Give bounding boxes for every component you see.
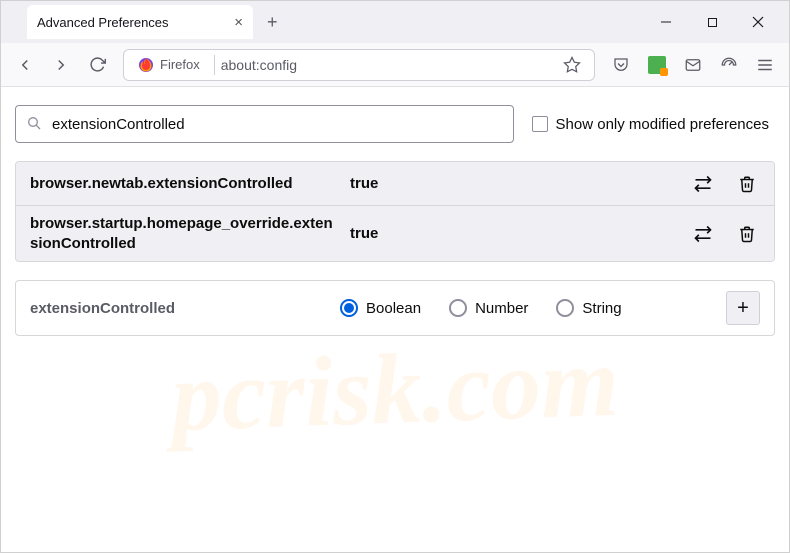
toggle-button[interactable] (690, 221, 716, 247)
search-row: Show only modified preferences (15, 105, 775, 143)
pref-row[interactable]: browser.startup.homepage_override.extens… (16, 206, 774, 261)
pref-name: browser.newtab.extensionControlled (30, 174, 340, 194)
browser-window: Advanced Preferences × + (0, 0, 790, 553)
tab-title: Advanced Preferences (37, 15, 169, 30)
pref-value: true (340, 175, 690, 192)
reload-button[interactable] (81, 49, 113, 81)
radio-icon (556, 299, 574, 317)
new-tab-button[interactable]: + (267, 12, 278, 33)
maximize-button[interactable] (689, 1, 735, 43)
extension-icon (648, 56, 666, 74)
browser-tab[interactable]: Advanced Preferences × (27, 5, 253, 39)
radio-icon (340, 299, 358, 317)
radio-boolean[interactable]: Boolean (340, 299, 421, 317)
pref-search-box[interactable] (15, 105, 514, 143)
titlebar: Advanced Preferences × + (1, 1, 789, 43)
close-tab-icon[interactable]: × (234, 14, 243, 31)
pref-row[interactable]: browser.newtab.extensionControlled true (16, 162, 774, 206)
mail-button[interactable] (677, 49, 709, 81)
minimize-button[interactable] (643, 1, 689, 43)
urlbar-separator (214, 55, 215, 75)
modified-only-checkbox[interactable]: Show only modified preferences (532, 116, 775, 133)
url-bar[interactable]: Firefox (123, 49, 595, 81)
radio-number[interactable]: Number (449, 299, 528, 317)
radio-label: Number (475, 300, 528, 317)
radio-string[interactable]: String (556, 299, 621, 317)
firefox-icon (138, 57, 154, 73)
identity-box[interactable]: Firefox (130, 55, 208, 75)
close-window-button[interactable] (735, 1, 781, 43)
pref-search-input[interactable] (52, 116, 503, 133)
delete-button[interactable] (734, 221, 760, 247)
window-controls (643, 1, 781, 43)
pref-actions (690, 171, 760, 197)
radio-label: Boolean (366, 300, 421, 317)
radio-label: String (582, 300, 621, 317)
toolbar-right (605, 49, 781, 81)
forward-button[interactable] (45, 49, 77, 81)
radio-icon (449, 299, 467, 317)
url-input[interactable] (221, 57, 550, 73)
add-pref-button[interactable]: + (726, 291, 760, 325)
extension-button[interactable] (641, 49, 673, 81)
pref-list: browser.newtab.extensionControlled true … (15, 161, 775, 262)
watermark: pcrisk.com (170, 324, 621, 455)
pref-value: true (340, 225, 690, 242)
back-button[interactable] (9, 49, 41, 81)
type-radio-group: Boolean Number String (340, 299, 726, 317)
checkbox-label: Show only modified preferences (556, 116, 769, 133)
pocket-button[interactable] (605, 49, 637, 81)
nav-toolbar: Firefox (1, 43, 789, 87)
pref-actions (690, 221, 760, 247)
create-pref-name: extensionControlled (30, 300, 340, 317)
delete-button[interactable] (734, 171, 760, 197)
create-pref-row: extensionControlled Boolean Number Strin… (15, 280, 775, 336)
checkbox-icon[interactable] (532, 116, 548, 132)
dashboard-button[interactable] (713, 49, 745, 81)
toggle-button[interactable] (690, 171, 716, 197)
content-area: Show only modified preferences browser.n… (1, 87, 789, 552)
pref-name: browser.startup.homepage_override.extens… (30, 214, 340, 253)
identity-label: Firefox (160, 57, 200, 72)
search-icon (26, 115, 42, 134)
bookmark-star-button[interactable] (556, 49, 588, 81)
app-menu-button[interactable] (749, 49, 781, 81)
